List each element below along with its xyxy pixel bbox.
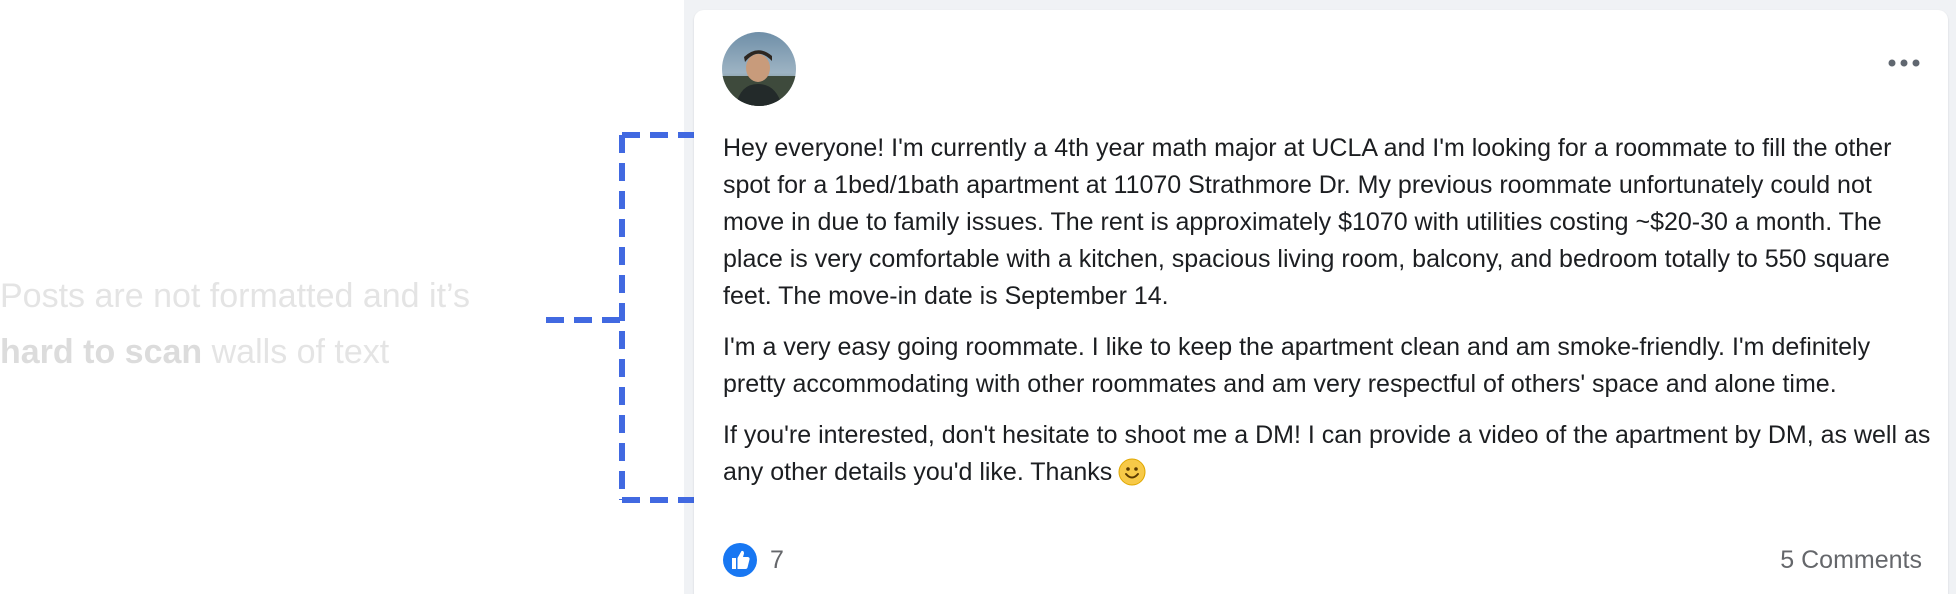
post-card: Hey everyone! I'm currently a 4th year m…: [694, 10, 1948, 594]
like-count: 7: [770, 545, 784, 574]
annotation-line-1: Posts are not formatted and it’s: [0, 277, 470, 315]
post-paragraph-3: If you're interested, don't hesitate to …: [723, 417, 1935, 497]
post-paragraph-2: I'm a very easy going roommate. I like t…: [723, 333, 1871, 398]
avatar[interactable]: [722, 32, 796, 106]
post-footer: 7 5 Comments: [722, 538, 1922, 582]
post-paragraph-3-text: If you're interested, don't hesitate to …: [723, 421, 1931, 486]
post-paragraph-1: Hey everyone! I'm currently a 4th year m…: [723, 134, 1892, 310]
page: Posts are not formatted and it’s hard to…: [0, 0, 1956, 594]
annotation-line-2-rest: walls of text: [202, 333, 390, 371]
thumbs-up-icon: [722, 542, 758, 578]
more-options-button[interactable]: [1884, 48, 1924, 78]
user-photo: [722, 32, 796, 106]
comments-count-link[interactable]: 5 Comments: [1780, 546, 1922, 575]
post-text: Hey everyone! I'm currently a 4th year m…: [723, 130, 1935, 511]
annotation-note: Posts are not formatted and it’s hard to…: [0, 268, 520, 380]
smiling-face-emoji: [1118, 458, 1146, 497]
annotation-emphasis: hard to scan: [0, 333, 203, 371]
annotation-line-2: hard to scan walls of text: [0, 324, 520, 380]
more-horizontal-icon: [1888, 59, 1920, 67]
reactions-summary[interactable]: 7: [722, 542, 784, 578]
